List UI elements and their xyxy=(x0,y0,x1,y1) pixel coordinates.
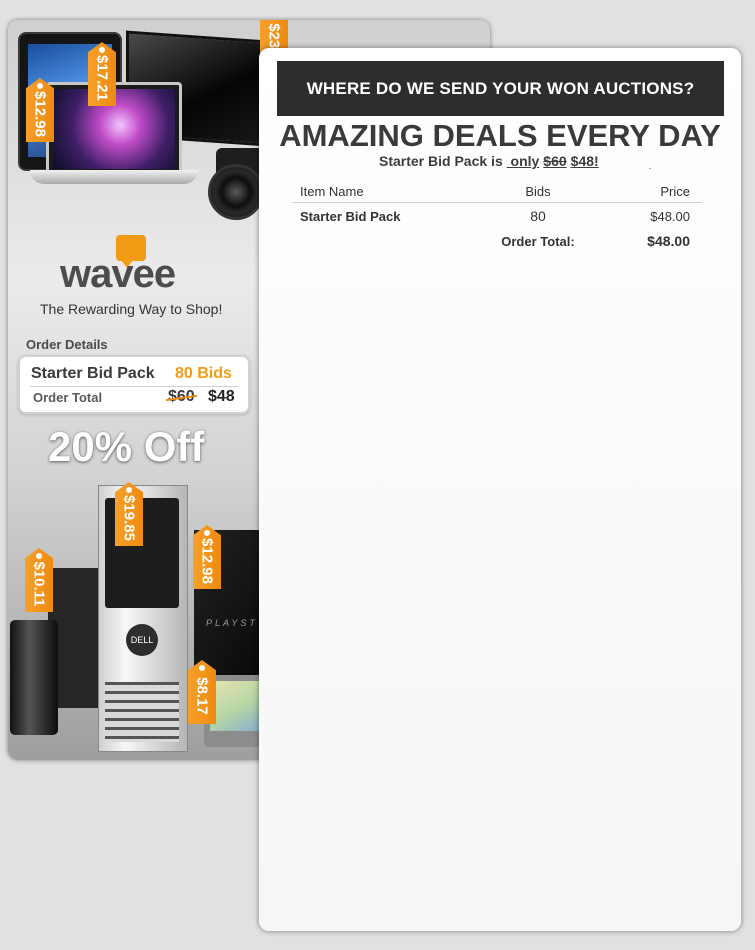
item-bids-cell: 80 xyxy=(530,208,546,224)
price-tag-speaker: $10.11 xyxy=(25,548,53,612)
price-tag-console: $12.98 xyxy=(193,525,221,589)
offer-price-underlined: only $60 $48! xyxy=(507,153,599,169)
item-price-cell: $48.00 xyxy=(650,208,690,224)
shipping-banner: WHERE DO WE SEND YOUR WON AUCTIONS? xyxy=(277,61,724,116)
total-row: Order Total: $48.00 xyxy=(292,228,702,253)
offer-old-price: $60 xyxy=(543,153,567,169)
price-tag-pc: $19.85 xyxy=(115,482,143,546)
order-total-value: $48.00 xyxy=(647,233,690,249)
price-tag-laptop: $17.21 xyxy=(88,42,116,106)
console-label: PLAYST xyxy=(206,618,258,628)
column-header-item: Item Name xyxy=(292,180,468,203)
deals-heading: AMAZING DEALS EVERY DAY xyxy=(279,118,721,153)
camera-lens xyxy=(208,164,264,220)
column-header-bids: Bids xyxy=(467,180,601,203)
column-header-price: Price xyxy=(600,180,702,203)
item-name-cell: Starter Bid Pack xyxy=(300,208,401,224)
pc-brand-badge: DELL xyxy=(126,624,158,656)
new-price: $48 xyxy=(208,388,235,405)
price-tag-gps: $8.17 xyxy=(188,660,216,724)
divider-dot xyxy=(649,168,651,169)
table-header-row: Item Name Bids Price xyxy=(292,180,702,203)
order-total-label: Order Total xyxy=(33,390,103,405)
pc-grill xyxy=(105,682,179,742)
divider xyxy=(30,386,238,387)
order-table: Item Name Bids Price Starter Bid Pack 80… xyxy=(292,180,702,253)
wavee-logo: wavee xyxy=(60,252,176,296)
pack-bids: 80 Bids xyxy=(175,365,232,382)
pack-name: Starter Bid Pack xyxy=(31,365,155,382)
offer-subheading: Starter Bid Pack is only $60 $48! xyxy=(379,153,599,169)
laptop-base xyxy=(30,170,198,184)
speaker-image xyxy=(10,620,58,735)
table-row: Starter Bid Pack 80 $48.00 xyxy=(292,203,702,229)
order-details-label: Order Details xyxy=(26,337,108,352)
offer-prefix: Starter Bid Pack is xyxy=(379,153,503,169)
desktop-pc-image: DELL xyxy=(98,485,188,752)
discount-banner: 20% Off xyxy=(48,423,205,470)
order-summary-box: Starter Bid Pack 80 Bids Order Total $60… xyxy=(18,355,250,414)
order-total-label: Order Total: xyxy=(501,233,575,249)
price-tag-tablet: $12.98 xyxy=(26,78,54,142)
order-panel: WHERE DO WE SEND YOUR WON AUCTIONS? AMAZ… xyxy=(259,48,741,931)
tagline: The Rewarding Way to Shop! xyxy=(40,301,223,317)
offer-new-price: $48! xyxy=(570,153,599,169)
total-spacer xyxy=(292,228,468,253)
old-price: $60 xyxy=(168,388,195,405)
offer-only: only xyxy=(510,153,540,169)
